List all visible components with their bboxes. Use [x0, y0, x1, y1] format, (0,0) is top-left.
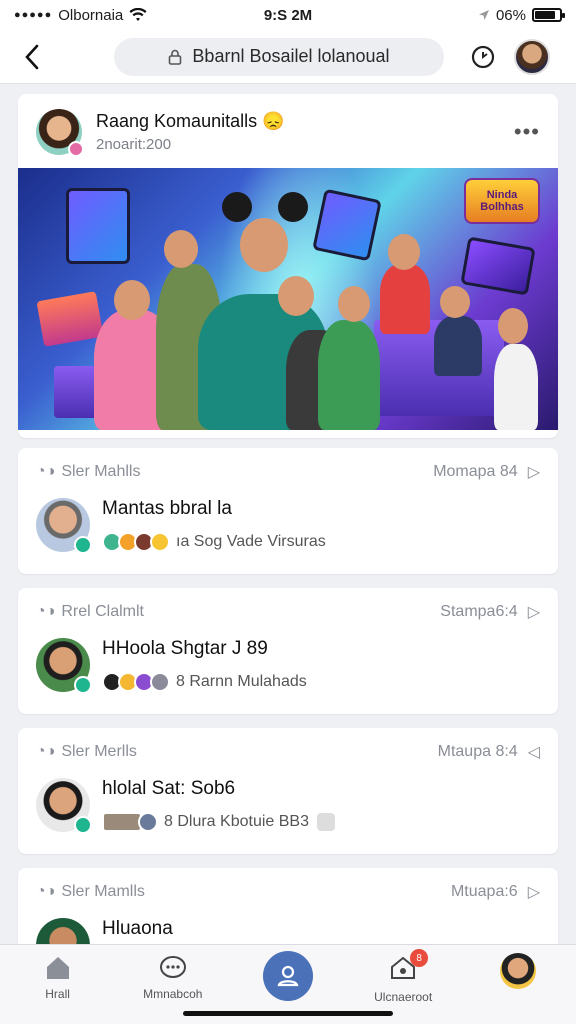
create-button[interactable] [262, 951, 313, 1001]
post-header: Raang Komaunitalls 😞 2noarit:200 ••• [18, 94, 558, 168]
verified-badge [74, 676, 92, 694]
notification-card[interactable]: ◔◑ Sler Mamlls Mtuapa:6 ▷ Hluaona [18, 868, 558, 944]
reaction-text: ıa Sog Vade Virsuras [176, 533, 326, 550]
tab-me[interactable] [468, 953, 568, 989]
star-icon [150, 532, 170, 552]
tab-home[interactable]: Hrall [8, 953, 108, 1001]
verified-badge [74, 816, 92, 834]
tab-profile-center[interactable] [238, 951, 338, 1001]
battery-percent: 06% [495, 6, 526, 24]
tab-messages-label: Mmnabcoh [143, 987, 203, 1001]
notification-kind: Sler Mamlls [61, 883, 145, 900]
tab-bar: Hrall Mmnabcoh 8 Ulcnaeroot [0, 944, 576, 1024]
profile-avatar [500, 953, 537, 989]
post-title: Raang Komaunitalls 😞 [96, 111, 285, 131]
notification-kind: Sler Mahlls [61, 463, 141, 480]
notification-header: ◔◑ Sler Mamlls Mtuapa:6 ▷ [36, 882, 540, 902]
notification-badge: 8 [410, 949, 429, 967]
reaction-text: 8 Dlura Kbotuie BB3 [164, 813, 309, 830]
navigation-bar: Bbarnl Bosailel lolanoual [0, 30, 576, 84]
address-bar[interactable]: Bbarnl Bosailel lolanoual [114, 37, 444, 76]
media-thumbnail [102, 812, 142, 832]
back-button[interactable] [18, 43, 46, 71]
notification-card[interactable]: ◔◑ Rrel Clalmlt Stampa6:4 ▷ HHoola Shgtar … [18, 588, 558, 714]
address-text: Bbarnl Bosailel lolanoual [192, 46, 390, 66]
chat-bubble-icon [159, 956, 186, 978]
sad-emoji-icon: 😞 [262, 111, 285, 131]
notification-title: HHoola Shgtar J 89 [102, 638, 268, 659]
notification-header: ◔◑ Rrel Clalmlt Stampa6:4 ▷ [36, 602, 540, 622]
battery-icon [532, 8, 565, 22]
chevron-right-icon: ▷ [527, 604, 540, 621]
reaction-text: 8 Rarnn Mulahads [176, 673, 307, 690]
notification-time: Momapa 84 [433, 463, 518, 480]
reaction-icon: ◔◑ [36, 603, 56, 620]
user-avatar[interactable] [514, 38, 550, 75]
reaction-icon: ◔◑ [36, 743, 56, 760]
chevron-right-icon: ▷ [527, 464, 540, 481]
status-left: ●●●●● Olbornaia [14, 7, 147, 24]
notification-title: hlolal Sat: Sob6 [102, 778, 236, 799]
verified-badge [74, 536, 92, 554]
shield-icon [316, 813, 335, 831]
chevron-left-icon [25, 44, 39, 69]
reaction-row: 8 Rarnn Mulahads [102, 672, 307, 692]
chevron-right-icon: ▷ [527, 884, 540, 901]
status-time: 9:S 2M [263, 6, 313, 24]
reactor-avatar [138, 812, 158, 832]
featured-post: Raang Komaunitalls 😞 2noarit:200 ••• Nin… [18, 94, 558, 438]
notification-time: Mtuapa:6 [450, 883, 518, 900]
home-indicator [183, 1011, 393, 1016]
status-right: 06% [478, 6, 565, 24]
signal-icon: ●●●●● [14, 9, 53, 21]
notification-avatar[interactable] [36, 778, 92, 834]
notification-kind: Sler Merlls [61, 743, 137, 760]
reaction-icon: ◔◑ [36, 883, 56, 900]
reaction-row: 8 Dlura Kbotuie BB3 [102, 812, 335, 832]
home-icon [46, 957, 69, 979]
notification-card[interactable]: ◔◑ Sler Mahlls Momapa 84 ▷ Mantas bbral la… [18, 448, 558, 574]
notification-title: Mantas bbral la [102, 498, 232, 519]
feed: Raang Komaunitalls 😞 2noarit:200 ••• Nin… [0, 84, 576, 944]
notification-title: Hluaona [102, 918, 173, 939]
reaction-row: ıa Sog Vade Virsuras [102, 532, 326, 552]
reaction-icon: ◔◑ [36, 463, 56, 480]
tab-home-label: Hrall [45, 987, 70, 1001]
notification-time: Stampa6:4 [440, 603, 518, 620]
notification-avatar[interactable] [36, 918, 90, 944]
tab-notifications[interactable]: 8 Ulcnaeroot [353, 949, 453, 1004]
notification-avatar[interactable] [36, 638, 92, 694]
tab-messages[interactable]: Mmnabcoh [123, 953, 223, 1001]
online-badge [68, 141, 84, 157]
notification-card[interactable]: ◔◑ Sler Merlls Mtaupa 8:4 ◁ hlolal Sat: So… [18, 728, 558, 854]
user-icon [277, 965, 299, 987]
refresh-button[interactable] [470, 44, 496, 70]
reactor-avatar [150, 672, 170, 692]
notification-time: Mtaupa 8:4 [437, 743, 518, 760]
post-author-avatar[interactable] [36, 109, 84, 157]
more-options-button[interactable]: ••• [514, 119, 540, 145]
status-bar: ●●●●● Olbornaia 9:S 2M 06% [0, 0, 576, 30]
tab-notifications-label: Ulcnaeroot [374, 990, 433, 1004]
post-hero-image[interactable]: Ninda Bolhhas [18, 168, 558, 430]
location-icon [478, 10, 489, 20]
notification-header: ◔◑ Sler Merlls Mtaupa 8:4 ◁ [36, 742, 540, 762]
notification-kind: Rrel Clalmlt [61, 603, 144, 620]
hero-logo: Ninda Bolhhas [464, 178, 540, 224]
post-subtitle: 2noarit:200 [96, 136, 172, 153]
notification-avatar[interactable] [36, 498, 92, 554]
wifi-icon [129, 8, 147, 21]
notification-header: ◔◑ Sler Mahlls Momapa 84 ▷ [36, 462, 540, 482]
lock-icon [169, 49, 182, 65]
refresh-icon [471, 45, 495, 68]
chevron-right-icon: ◁ [527, 744, 540, 761]
carrier-name: Olbornaia [58, 6, 124, 24]
post-meta: Raang Komaunitalls 😞 2noarit:200 [96, 111, 285, 153]
